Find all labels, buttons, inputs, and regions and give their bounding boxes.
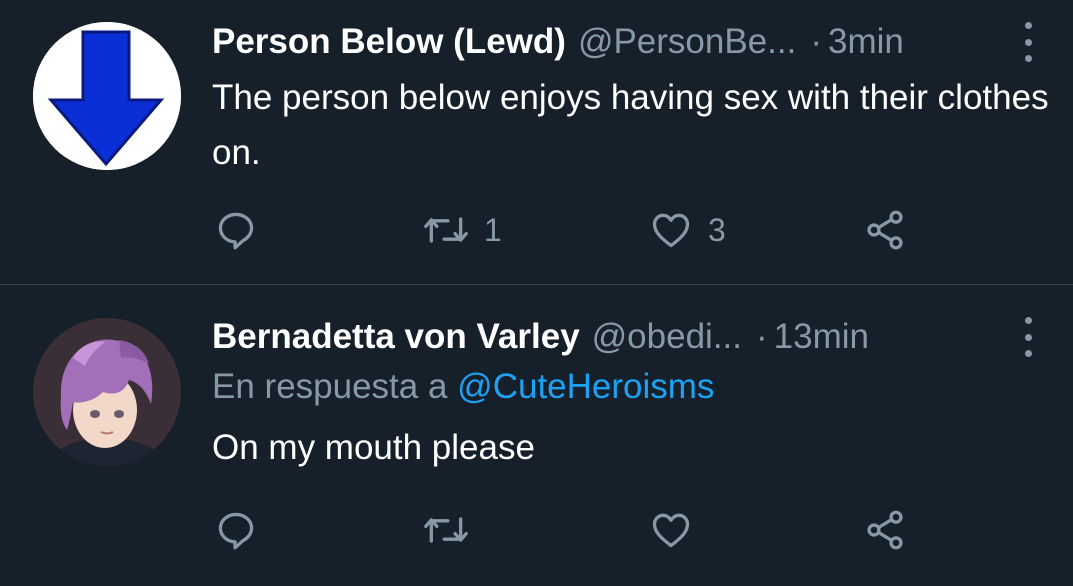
anime-character-icon — [33, 318, 181, 466]
retweet-icon — [424, 217, 468, 243]
tweet-text: On my mouth please — [212, 428, 535, 467]
retweet-count: 1 — [484, 211, 502, 248]
display-name[interactable]: Bernadetta von Varley — [212, 317, 580, 357]
tweet-header: Person Below (Lewd) @PersonBe... · 3min — [212, 20, 1073, 64]
avatar[interactable] — [33, 318, 181, 466]
handle[interactable]: @obedi... — [592, 317, 742, 357]
handle[interactable]: @PersonBe... — [578, 22, 796, 62]
reply-button[interactable] — [214, 505, 272, 555]
reply-mention-link[interactable]: @CuteHeroisms — [457, 367, 714, 406]
tweet-text: The person below enjoys having sex with … — [212, 78, 1049, 172]
reply-icon — [218, 212, 254, 250]
like-icon — [652, 213, 690, 248]
more-icon[interactable] — [1023, 22, 1033, 62]
share-button[interactable] — [862, 505, 908, 555]
separator: · — [810, 22, 823, 61]
timestamp[interactable]: 13min — [774, 317, 869, 357]
down-arrow-icon — [33, 22, 181, 170]
like-count: 3 — [708, 211, 726, 248]
reply-prefix: En respuesta a — [212, 367, 448, 406]
reply-button[interactable] — [214, 205, 272, 255]
share-icon — [867, 210, 903, 250]
share-button[interactable] — [862, 205, 908, 255]
like-icon — [652, 513, 690, 548]
share-icon — [867, 510, 903, 550]
more-icon[interactable] — [1023, 317, 1033, 357]
tweet-actions: 1 3 — [212, 205, 1073, 255]
reply-icon — [218, 512, 254, 550]
tweet-actions — [212, 505, 1073, 555]
separator: · — [756, 317, 768, 356]
tweet-header: Bernadetta von Varley @obedi... · 13min — [212, 315, 1073, 359]
retweet-icon — [424, 517, 468, 543]
reply-context: En respuesta a @CuteHeroisms — [212, 367, 714, 407]
tweet[interactable]: Person Below (Lewd) @PersonBe... · 3min … — [0, 0, 1073, 285]
like-button[interactable] — [648, 505, 708, 555]
display-name[interactable]: Person Below (Lewd) — [212, 22, 566, 62]
tweet[interactable]: Bernadetta von Varley @obedi... · 13min … — [0, 285, 1073, 585]
like-button[interactable]: 3 — [648, 205, 726, 255]
retweet-button[interactable] — [422, 505, 484, 555]
timestamp[interactable]: 3min — [828, 22, 904, 62]
retweet-button[interactable]: 1 — [422, 205, 502, 255]
avatar[interactable] — [33, 22, 181, 170]
